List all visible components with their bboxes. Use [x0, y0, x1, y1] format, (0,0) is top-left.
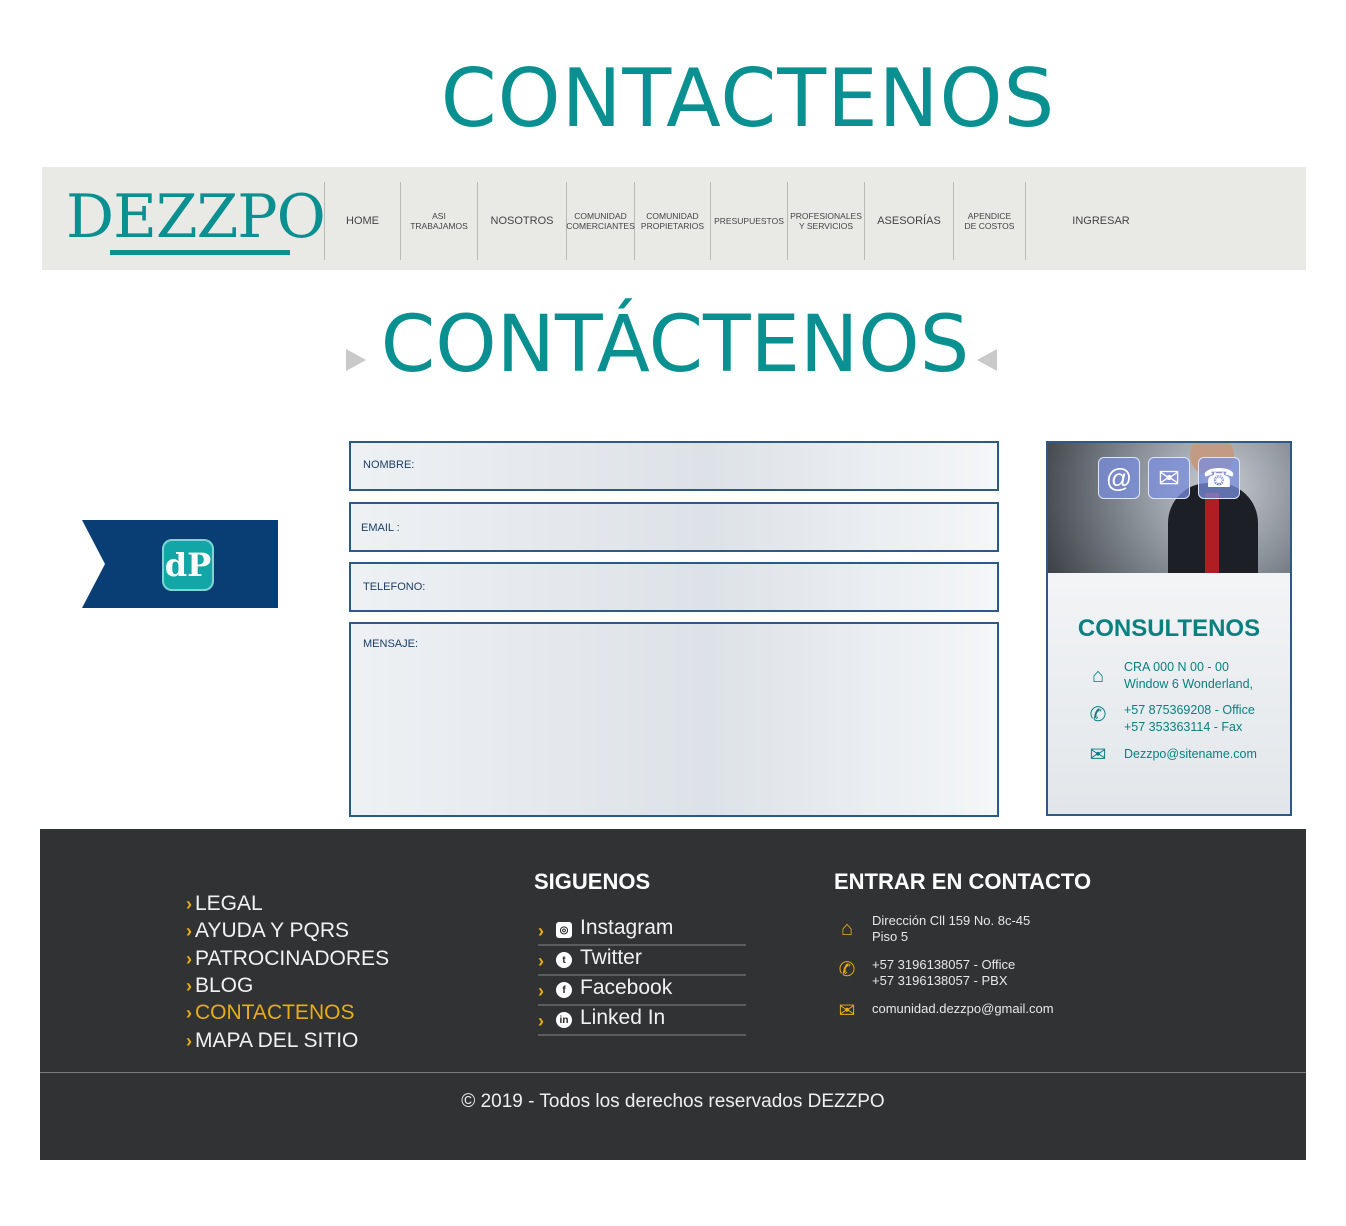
chevron-right-icon: ›	[186, 975, 192, 996]
footer-address: Dirección Cll 159 No. 8c-45 Piso 5	[872, 913, 1030, 945]
card-phones: +57 875369208 - Office +57 353363114 - F…	[1124, 702, 1324, 736]
social-label: Twitter	[580, 946, 642, 969]
envelope-icon: ✉	[1148, 457, 1190, 499]
footer-link-label: PATROCINADORES	[195, 946, 390, 970]
nav-item-asi-trabajamos[interactable]: ASI TRABAJAMOS	[401, 182, 477, 260]
instagram-icon: ◎	[556, 922, 572, 938]
mensaje-textarea[interactable]: MENSAJE:	[349, 622, 999, 817]
nav-item-ingresar[interactable]: INGRESAR	[1026, 182, 1176, 260]
footer-link[interactable]: › AYUDA Y PQRS	[186, 917, 349, 945]
chevron-right-icon: ›	[538, 951, 544, 971]
phone-icon: ✆	[838, 958, 856, 981]
card-address-line2: Window 6 Wonderland,	[1124, 677, 1254, 691]
section-title: CONTÁCTENOS	[380, 300, 970, 390]
mail-icon: ✉	[1089, 743, 1107, 766]
social-link-facebook[interactable]: › f Facebook	[538, 976, 746, 1006]
email-field[interactable]: EMAIL :	[349, 502, 999, 552]
dezzpo-logo[interactable]: DEZZPO	[66, 181, 326, 255]
mail-icon: ✉	[838, 999, 856, 1022]
card-address-line1: CRA 000 N 00 - 00	[1124, 660, 1229, 674]
footer-divider	[40, 1072, 1306, 1073]
card-email[interactable]: Dezzpo@sitename.com	[1124, 746, 1324, 763]
telefono-field[interactable]: TELEFONO:	[349, 562, 999, 612]
arrow-right-icon	[346, 349, 366, 371]
nav-item-apendice-de-costos[interactable]: APENDICE DE COSTOS	[954, 182, 1025, 260]
nav-item-home[interactable]: HOME	[325, 182, 400, 260]
footer-link[interactable]: › LEGAL	[186, 890, 263, 918]
social-label: Linked In	[580, 1006, 666, 1029]
page-heading: CONTACTENOS	[440, 52, 1056, 145]
nav-item-nosotros[interactable]: NOSOTROS	[478, 182, 566, 260]
footer: › LEGAL › AYUDA Y PQRS › PATROCINADORES › BLOG ›…	[40, 829, 1306, 1160]
nav-item-presupuestos[interactable]: PRESUPUESTOS	[711, 182, 787, 260]
businessman-photo: @ ✉ ☎	[1048, 443, 1290, 573]
footer-link-label: MAPA DEL SITIO	[195, 1028, 359, 1052]
dp-logo-icon: dP	[162, 539, 214, 591]
logo-text: DEZZPO	[66, 182, 326, 252]
chevron-right-icon: ›	[538, 921, 544, 941]
nav-item-asesorías[interactable]: ASESORÍAS	[865, 182, 953, 260]
nombre-field[interactable]: NOMBRE:	[349, 441, 999, 491]
card-address: CRA 000 N 00 - 00 Window 6 Wonderland,	[1124, 659, 1324, 693]
footer-link-label: AYUDA Y PQRS	[195, 919, 350, 943]
home-icon: ⌂	[1091, 664, 1105, 687]
chevron-right-icon: ›	[186, 894, 192, 914]
chevron-right-icon: ›	[538, 981, 544, 1001]
phone-icon: ✆	[1089, 703, 1107, 726]
social-link-instagram[interactable]: › ◎ Instagram	[538, 916, 746, 946]
footer-address-line2: Piso 5	[872, 929, 909, 944]
copyright: © 2019 - Todos los derechos reservados D…	[461, 1091, 885, 1112]
email-label: EMAIL :	[361, 522, 400, 534]
mensaje-label: MENSAJE:	[363, 638, 419, 650]
chevron-right-icon: ›	[186, 948, 192, 969]
social-heading: SIGUENOS	[534, 869, 651, 894]
footer-link-label: BLOG	[195, 973, 254, 997]
telephone-icon: ☎	[1198, 457, 1240, 499]
linkedin-icon: in	[556, 1012, 572, 1028]
logo-underline	[110, 250, 290, 255]
card-phone-line2: +57 353363114 - Fax	[1124, 720, 1243, 734]
nav-item-comunidad-comerciantes[interactable]: COMUNIDAD COMERCIANTES	[566, 182, 634, 260]
chevron-right-icon: ›	[186, 1030, 192, 1051]
chevron-right-icon: ›	[186, 921, 192, 942]
nav-item-profesionales-y-servicios[interactable]: PROFESIONALES Y SERVICIOS	[788, 182, 864, 260]
footer-link-label: CONTACTENOS	[195, 1001, 355, 1025]
card-title: CONSULTENOS	[1077, 615, 1261, 642]
facebook-icon: f	[556, 982, 572, 998]
chevron-right-icon: ›	[538, 1011, 544, 1031]
footer-phone-line2: +57 3196138057 - PBX	[872, 973, 1008, 988]
footer-link-label: LEGAL	[195, 892, 263, 915]
footer-link[interactable]: › BLOG	[186, 972, 253, 1000]
footer-link[interactable]: › PATROCINADORES	[186, 945, 389, 973]
nav-item-comunidad-propietarios[interactable]: COMUNIDAD PROPIETARIOS	[635, 182, 710, 260]
home-icon: ⌂	[840, 917, 854, 940]
card-phone-line1: +57 875369208 - Office	[1124, 703, 1255, 717]
nombre-label: NOMBRE:	[363, 459, 415, 471]
contact-heading: ENTRAR EN CONTACTO	[834, 869, 1092, 894]
telefono-label: TELEFONO:	[363, 581, 426, 593]
social-label: Facebook	[580, 976, 673, 999]
chevron-right-icon: ›	[186, 1003, 192, 1024]
social-link-twitter[interactable]: › t Twitter	[538, 946, 746, 976]
footer-email[interactable]: comunidad.dezzpo@gmail.com	[872, 1001, 1054, 1017]
footer-link[interactable]: › CONTACTENOS	[186, 999, 354, 1027]
footer-phones: +57 3196138057 - Office +57 3196138057 -…	[872, 957, 1015, 989]
footer-phone-line1: +57 3196138057 - Office	[872, 957, 1016, 972]
at-icon: @	[1098, 457, 1140, 499]
twitter-icon: t	[556, 952, 572, 968]
contact-card: @ ✉ ☎ CONSULTENOS ⌂ CRA 000 N 00 - 00 Wi…	[1046, 441, 1292, 816]
social-label: Instagram	[580, 916, 674, 939]
footer-link[interactable]: › MAPA DEL SITIO	[186, 1027, 358, 1055]
navbar: DEZZPO HOME ASI TRABAJAMOS NOSOTROS COMUNID…	[42, 167, 1306, 270]
arrow-left-icon	[977, 349, 997, 371]
social-link-linkedin[interactable]: › in Linked In	[538, 1006, 746, 1036]
person-tie	[1205, 493, 1219, 573]
footer-address-line1: Dirección Cll 159 No. 8c-45	[872, 913, 1031, 928]
